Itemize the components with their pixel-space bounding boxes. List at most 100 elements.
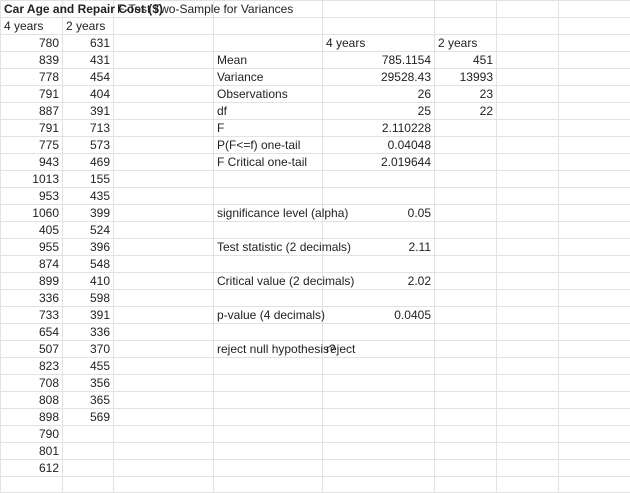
p-value-value-cell[interactable]: 0.0405 [323,307,435,324]
sheet-cell[interactable] [559,103,630,120]
sheet-cell[interactable] [559,477,630,493]
sheet-cell[interactable] [497,69,559,86]
sheet-cell[interactable] [114,222,214,239]
two-years-value-cell[interactable]: 548 [63,256,114,273]
sheet-cell[interactable] [214,477,323,493]
sheet-cell[interactable] [214,392,323,409]
sheet-cell[interactable] [559,205,630,222]
ftest-value-4yr-cell[interactable]: 2.019644 [323,154,435,171]
sheet-cell[interactable] [323,324,435,341]
four-years-value-cell[interactable]: 775 [1,137,63,154]
ftest-label-cell[interactable]: df [214,103,323,120]
sheet-cell[interactable] [559,273,630,290]
sheet-cell[interactable] [559,154,630,171]
reject-label-cell[interactable]: reject null hypothesis? [214,341,323,358]
ftest-value-2yr-cell[interactable] [435,137,497,154]
four-years-value-cell[interactable]: 899 [1,273,63,290]
sheet-cell[interactable] [114,256,214,273]
four-years-value-cell[interactable]: 507 [1,341,63,358]
sheet-cell[interactable] [214,375,323,392]
p-value-label-cell[interactable]: p-value (4 decimals) [214,307,323,324]
sheet-cell[interactable] [435,188,497,205]
sheet-cell[interactable] [497,86,559,103]
sheet-cell[interactable] [435,409,497,426]
sheet-cell[interactable] [559,460,630,477]
two-years-value-cell[interactable]: 454 [63,69,114,86]
sheet-cell[interactable] [559,341,630,358]
four-years-value-cell[interactable]: 654 [1,324,63,341]
four-years-value-cell[interactable]: 823 [1,358,63,375]
sheet-cell[interactable] [497,188,559,205]
sheet-cell[interactable] [435,375,497,392]
sheet-cell[interactable] [435,460,497,477]
sheet-cell[interactable] [435,222,497,239]
sheet-cell[interactable] [114,477,214,493]
ftest-value-4yr-cell[interactable]: 0.04048 [323,137,435,154]
sheet-cell[interactable] [114,103,214,120]
ftest-col1-header-cell[interactable]: 4 years [323,35,435,52]
two-years-value-cell[interactable]: 569 [63,409,114,426]
sheet-cell[interactable] [559,52,630,69]
sheet-cell[interactable] [323,426,435,443]
ftest-label-cell[interactable]: F Critical one-tail [214,154,323,171]
sheet-cell[interactable] [559,409,630,426]
sheet-cell[interactable] [435,171,497,188]
sheet-cell[interactable] [435,443,497,460]
sheet-cell[interactable] [559,1,630,18]
sheet-cell[interactable] [497,375,559,392]
sheet-cell[interactable] [497,358,559,375]
sheet-cell[interactable] [214,443,323,460]
sheet-cell[interactable] [559,358,630,375]
sheet-cell[interactable] [435,256,497,273]
sheet-cell[interactable] [214,222,323,239]
sheet-cell[interactable] [1,477,63,493]
four-years-value-cell[interactable]: 733 [1,307,63,324]
ftest-value-2yr-cell[interactable]: 22 [435,103,497,120]
sheet-cell[interactable] [435,1,497,18]
two-years-value-cell[interactable]: 391 [63,103,114,120]
sheet-cell[interactable] [435,358,497,375]
sheet-cell[interactable] [497,443,559,460]
two-years-value-cell[interactable]: 435 [63,188,114,205]
two-years-value-cell[interactable]: 336 [63,324,114,341]
sheet-cell[interactable] [114,239,214,256]
sheet-cell[interactable] [559,239,630,256]
four-years-value-cell[interactable]: 791 [1,86,63,103]
sheet-cell[interactable] [323,290,435,307]
sheet-cell[interactable] [497,324,559,341]
sheet-cell[interactable] [559,86,630,103]
sheet-cell[interactable] [214,460,323,477]
sheet-cell[interactable] [114,69,214,86]
sheet-cell[interactable] [114,460,214,477]
sheet-cell[interactable] [323,460,435,477]
header-two-years-cell[interactable]: 2 years [63,18,114,35]
sheet-cell[interactable] [497,52,559,69]
sheet-cell[interactable] [214,18,323,35]
four-years-value-cell[interactable]: 612 [1,460,63,477]
sheet-cell[interactable] [214,358,323,375]
sheet-cell[interactable] [559,137,630,154]
sheet-cell[interactable] [114,307,214,324]
four-years-value-cell[interactable]: 808 [1,392,63,409]
sheet-cell[interactable] [114,86,214,103]
two-years-value-cell[interactable]: 356 [63,375,114,392]
sheet-cell[interactable] [435,426,497,443]
sheet-cell[interactable] [323,358,435,375]
sheet-cell[interactable] [323,18,435,35]
sheet-cell[interactable] [435,307,497,324]
four-years-value-cell[interactable]: 708 [1,375,63,392]
sheet-cell[interactable] [114,443,214,460]
ftest-label-cell[interactable]: Variance [214,69,323,86]
four-years-value-cell[interactable]: 405 [1,222,63,239]
sheet-cell[interactable] [63,426,114,443]
ftest-value-4yr-cell[interactable]: 29528.43 [323,69,435,86]
sheet-cell[interactable] [114,341,214,358]
sheet-cell[interactable] [114,426,214,443]
ftest-label-cell[interactable]: P(F<=f) one-tail [214,137,323,154]
two-years-value-cell[interactable]: 598 [63,290,114,307]
sheet-cell[interactable] [63,460,114,477]
sheet-cell[interactable] [214,35,323,52]
four-years-value-cell[interactable]: 791 [1,120,63,137]
sheet-cell[interactable] [114,392,214,409]
sheet-cell[interactable] [214,426,323,443]
